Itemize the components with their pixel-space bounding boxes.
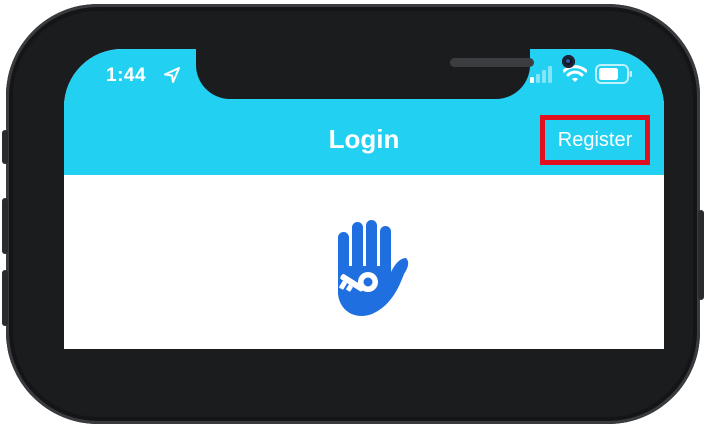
volume-down-button: [2, 270, 8, 326]
power-button: [698, 210, 704, 300]
hand-key-icon: [338, 220, 409, 316]
status-time: 1:44: [106, 65, 147, 86]
volume-up-button: [2, 198, 8, 254]
phone-screen: 1:44 Login Register: [64, 49, 664, 349]
notch: [196, 49, 575, 99]
speaker-grille: [450, 58, 534, 67]
mute-switch: [2, 130, 8, 164]
front-camera: [562, 55, 575, 68]
register-button[interactable]: Register: [540, 115, 650, 165]
cellular-signal-icon: [530, 66, 552, 83]
location-arrow-icon: [164, 67, 180, 83]
battery-icon: [595, 64, 632, 84]
